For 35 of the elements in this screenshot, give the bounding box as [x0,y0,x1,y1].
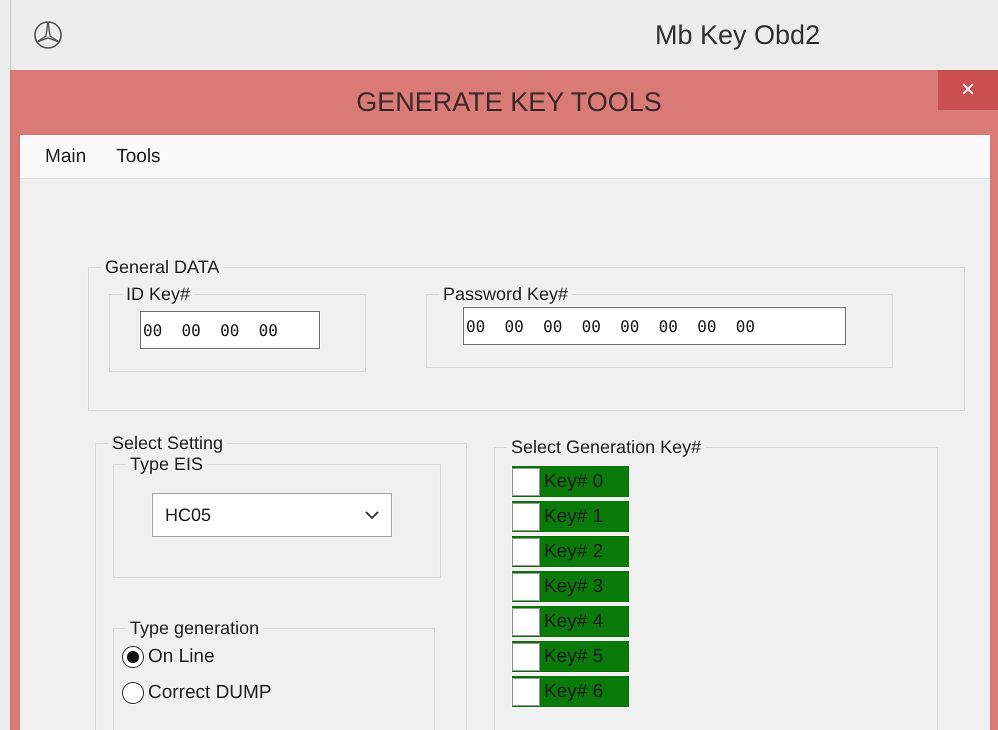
checkbox[interactable] [512,502,540,530]
checkbox[interactable] [512,538,540,566]
group-label: Password Key# [442,284,570,305]
key-checkbox-item[interactable]: Key# 2 [512,536,629,567]
radio-button[interactable] [122,646,144,668]
app-title: Mb Key Obd2 [655,20,820,50]
key-checkbox-item[interactable]: Key# 5 [512,641,629,672]
key-checkbox-item[interactable]: Key# 1 [512,501,629,532]
id-key-field[interactable]: 00 00 00 00 [140,311,320,349]
radio-button[interactable] [122,682,144,704]
password-key-field[interactable]: 00 00 00 00 00 00 00 00 [463,307,846,345]
star-logo-icon [33,20,63,50]
menu-item[interactable]: Tools [116,146,161,168]
menu-item[interactable]: Main [45,146,86,168]
checkbox[interactable] [512,608,540,636]
group-label: ID Key# [125,284,192,305]
checkbox[interactable] [512,468,540,496]
key-checkbox-item[interactable]: Key# 4 [512,606,629,637]
key-checkbox-item[interactable]: Key# 6 [512,676,629,707]
dialog-title: GENERATE KEY TOOLS [355,87,663,118]
radio-label: Correct DUMP [148,682,272,704]
checkbox[interactable] [512,642,540,670]
checkbox[interactable] [512,572,540,600]
chevron-down-icon [365,510,379,520]
group-label: General DATA [104,257,220,278]
close-button[interactable]: × [938,70,998,110]
group-label: Select Setting [111,433,224,454]
radio-label: On Line [148,646,215,668]
group-label: Select Generation Key# [510,437,702,458]
group-label: Type generation [129,618,260,639]
key-checkbox-item[interactable]: Key# 0 [512,466,629,497]
key-checkbox-item[interactable]: Key# 3 [512,571,629,602]
group-label: Type EIS [129,454,204,475]
type-eis-dropdown[interactable]: HC05 [152,493,392,537]
checkbox[interactable] [512,678,540,706]
